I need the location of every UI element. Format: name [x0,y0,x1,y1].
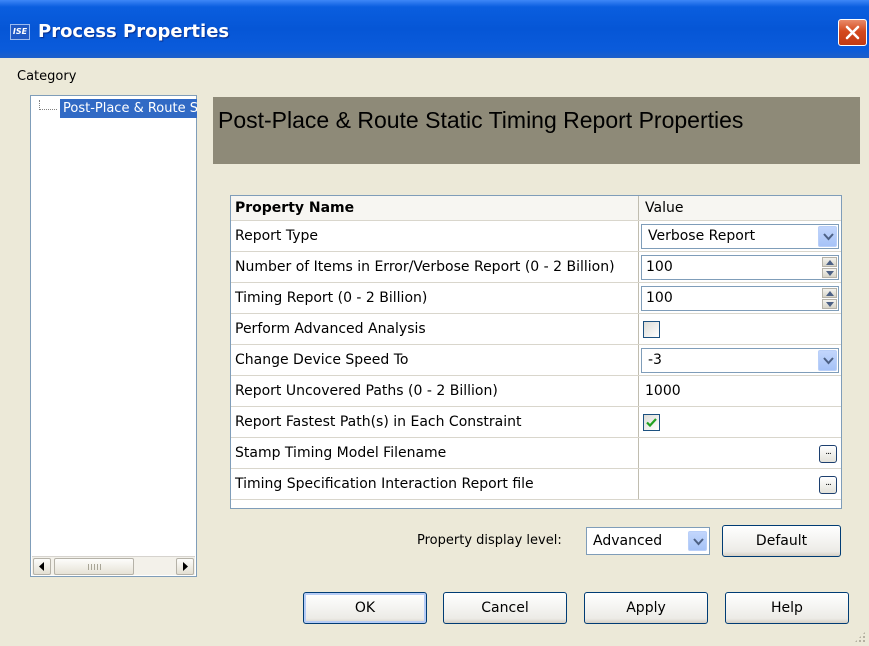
property-name: Perform Advanced Analysis [231,314,639,344]
report-type-dropdown[interactable]: Verbose Report [641,224,839,249]
grid-header-row: Property Name Value [231,196,841,221]
property-value-cell [640,407,841,437]
spinner-value: 100 [646,290,673,306]
resize-grip[interactable] [854,631,866,643]
scroll-right-button[interactable] [176,558,194,575]
spin-up-button[interactable] [822,288,837,298]
property-name: Stamp Timing Model Filename [231,438,639,468]
items-count-spinner[interactable]: 100 [641,255,839,280]
cancel-button[interactable]: Cancel [443,592,567,624]
table-row: Stamp Timing Model Filename ... [231,438,841,469]
report-type-value: Verbose Report [648,228,756,244]
table-row: Report Uncovered Paths (0 - 2 Billion) 1… [231,376,841,407]
property-value-cell: -3 [640,345,841,375]
title-bar[interactable]: ISE Process Properties [0,0,869,58]
property-value-cell: ... [640,438,841,468]
caret-down-icon [826,271,834,276]
property-name: Timing Report (0 - 2 Billion) [231,283,639,313]
tree-connector [39,109,57,110]
table-row: Number of Items in Error/Verbose Report … [231,252,841,283]
window-title: Process Properties [38,21,230,42]
browse-button[interactable]: ... [819,476,837,494]
category-label: Category [17,69,77,84]
scroll-left-button[interactable] [33,558,51,575]
property-value-cell: Verbose Report [640,221,841,251]
spinner-value: 100 [646,259,673,275]
chevron-down-icon [823,357,834,365]
default-button[interactable]: Default [722,525,841,557]
property-value-cell: ... [640,469,841,499]
table-row: Report Fastest Path(s) in Each Constrain… [231,407,841,438]
spinner-buttons [822,288,837,309]
scrollbar-thumb[interactable] [54,558,134,575]
property-name: Number of Items in Error/Verbose Report … [231,252,639,282]
chevron-down-icon [823,233,834,241]
table-row: Report Type Verbose Report [231,221,841,252]
spin-down-button[interactable] [822,299,837,309]
properties-header: Post-Place & Route Static Timing Report … [213,97,860,164]
table-row: Change Device Speed To -3 [231,345,841,376]
caret-down-icon [826,302,834,307]
apply-button[interactable]: Apply [584,592,708,624]
ok-button[interactable]: OK [303,592,427,624]
uncovered-paths-value[interactable]: 1000 [640,376,841,406]
property-name: Report Uncovered Paths (0 - 2 Billion) [231,376,639,406]
grip-icon [88,564,102,570]
table-row: Timing Report (0 - 2 Billion) 100 [231,283,841,314]
spinner-buttons [822,257,837,278]
properties-title: Post-Place & Route Static Timing Report … [218,107,744,133]
column-header-property-name: Property Name [231,196,639,220]
display-level-dropdown[interactable]: Advanced [586,527,710,555]
spin-down-button[interactable] [822,268,837,278]
device-speed-value: -3 [648,352,662,368]
caret-up-icon [826,260,834,265]
chevron-left-icon [39,562,44,571]
chevron-right-icon [183,562,188,571]
fastest-path-checkbox[interactable] [643,414,660,431]
tree-item-post-place-route[interactable]: Post-Place & Route Static Timing [60,99,197,118]
chevron-down-icon [693,538,704,546]
help-button[interactable]: Help [725,592,849,624]
close-button[interactable] [838,19,867,46]
table-row: Timing Specification Interaction Report … [231,469,841,500]
property-name: Report Type [231,221,639,251]
property-grid: Property Name Value Report Type Verbose … [230,195,842,509]
close-icon [845,25,860,40]
table-row: Perform Advanced Analysis [231,314,841,345]
property-name: Change Device Speed To [231,345,639,375]
property-value-cell: 100 [640,283,841,313]
category-tree[interactable]: Post-Place & Route Static Timing [30,95,197,577]
column-header-value: Value [645,200,684,216]
advanced-analysis-checkbox[interactable] [643,321,660,338]
spin-up-button[interactable] [822,257,837,267]
device-speed-dropdown[interactable]: -3 [641,348,839,373]
property-value-cell: 100 [640,252,841,282]
timing-report-spinner[interactable]: 100 [641,286,839,311]
ise-app-icon: ISE [10,24,30,40]
dropdown-button[interactable] [818,350,837,371]
checkmark-icon [646,418,657,428]
browse-button[interactable]: ... [819,445,837,463]
property-value-cell [640,314,841,344]
display-level-label: Property display level: [417,533,562,548]
horizontal-scrollbar[interactable] [32,556,195,575]
property-name: Report Fastest Path(s) in Each Constrain… [231,407,639,437]
dropdown-button[interactable] [818,226,837,247]
caret-up-icon [826,291,834,296]
display-level-value: Advanced [593,533,663,549]
dropdown-button[interactable] [688,531,707,551]
property-name: Timing Specification Interaction Report … [231,469,639,499]
